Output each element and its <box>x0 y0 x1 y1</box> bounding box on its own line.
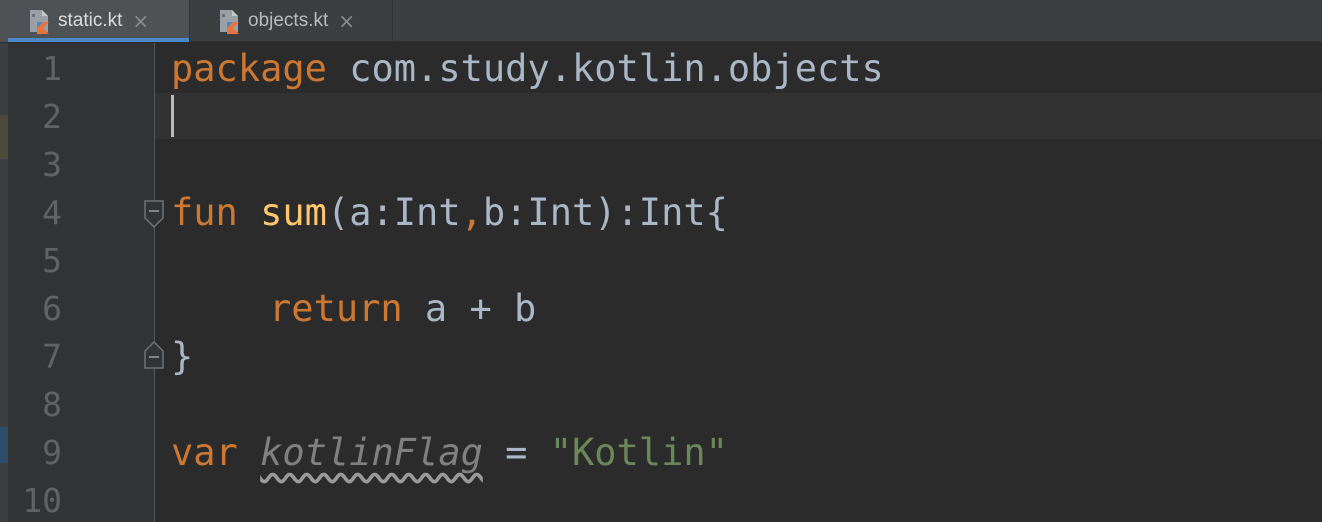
string-literal: "Kotlin" <box>549 431 728 474</box>
keyword-fun: fun <box>171 191 238 234</box>
line-number: 9 <box>42 433 62 472</box>
keyword-var: var <box>171 431 238 474</box>
line-number: 10 <box>22 481 62 520</box>
code-line-9[interactable]: var kotlinFlag = "Kotlin" <box>171 429 728 477</box>
current-line-highlight <box>155 93 1322 139</box>
line-number: 2 <box>42 97 62 136</box>
comma: , <box>460 191 483 234</box>
keyword-return: return <box>269 287 403 330</box>
text-caret <box>171 95 174 137</box>
line-number: 7 <box>42 337 62 376</box>
tab-objects-kt[interactable]: objects.kt × <box>190 0 393 42</box>
line-number: 6 <box>42 289 62 328</box>
function-name: sum <box>260 191 327 234</box>
line-number-gutter[interactable]: 1 2 3 4 5 6 7 8 9 10 <box>0 43 155 522</box>
kotlin-file-icon <box>28 8 52 34</box>
fold-expand-end-icon[interactable] <box>144 339 164 369</box>
line-number: 4 <box>42 193 62 232</box>
tab-label: static.kt <box>58 10 123 31</box>
fold-collapse-icon[interactable] <box>144 200 164 230</box>
unused-variable-name[interactable]: kotlinFlag <box>260 431 483 474</box>
editor-tab-bar: static.kt × objects.kt × <box>0 0 1322 42</box>
closing-brace: } <box>171 335 194 378</box>
line-number: 8 <box>42 385 62 424</box>
close-icon[interactable]: × <box>132 9 149 33</box>
tab-label: objects.kt <box>248 10 329 31</box>
param-a: (a:Int <box>326 191 461 234</box>
code-line-7[interactable]: } <box>171 333 193 381</box>
code-line-6[interactable]: return a + b <box>269 285 536 333</box>
return-expression: a + b <box>402 287 537 330</box>
tab-static-kt[interactable]: static.kt × <box>0 0 190 42</box>
code-line-4[interactable]: fun sum(a:Int,b:Int):Int{ <box>171 189 728 237</box>
line-number: 1 <box>42 49 62 88</box>
code-line-1[interactable]: package com.study.kotlin.objects <box>171 45 884 93</box>
close-icon[interactable]: × <box>338 9 355 33</box>
keyword-package: package <box>171 47 327 90</box>
param-b-return: b:Int):Int{ <box>482 191 728 234</box>
assign-operator: = <box>482 431 550 474</box>
code-editor[interactable]: 1 2 3 4 5 6 7 8 9 10 package com.study.k… <box>0 43 1322 522</box>
package-name: com.study.kotlin.objects <box>326 47 884 90</box>
kotlin-file-icon <box>218 8 242 34</box>
line-number: 5 <box>42 241 62 280</box>
line-number: 3 <box>42 145 62 184</box>
